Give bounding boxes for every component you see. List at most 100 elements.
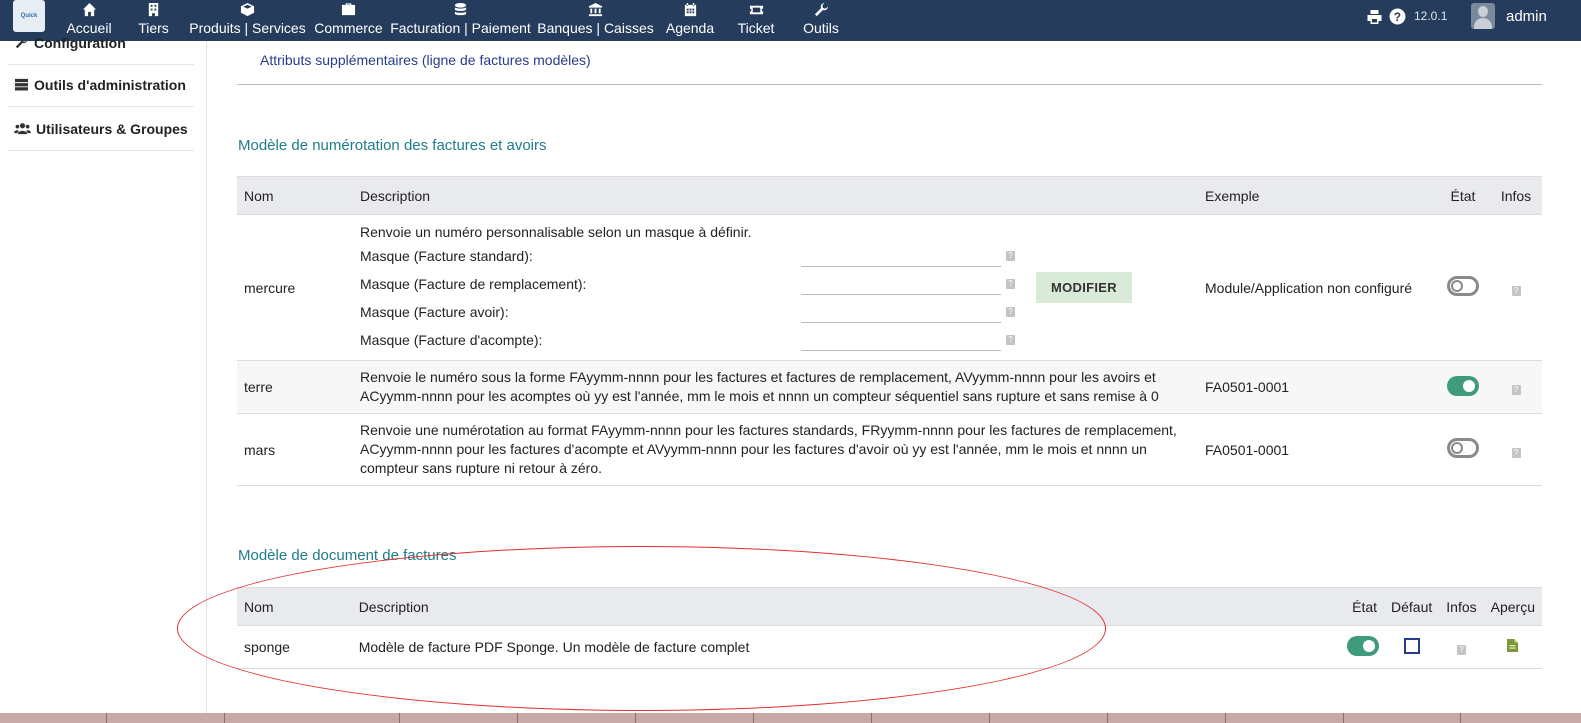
col-header-apercu: Aperçu	[1483, 587, 1542, 626]
table-row-sponge: sponge Modèle de facture PDF Sponge. Un …	[237, 625, 1542, 669]
nav-commerce[interactable]: Commerce	[314, 0, 383, 41]
print-button[interactable]	[1366, 0, 1383, 33]
model-example: FA0501-0001	[1198, 413, 1436, 486]
model-name: terre	[237, 360, 353, 414]
home-icon	[82, 2, 96, 16]
top-navigation-bar: Quick Accueil Tiers Produits | Services …	[0, 0, 1581, 41]
wrench-icon	[15, 36, 28, 49]
logo-text: Quick	[20, 13, 38, 19]
col-header-exemple: Exemple	[1198, 176, 1436, 215]
nav-facturation-paiement[interactable]: Facturation | Paiement	[390, 0, 531, 41]
mask-label: Masque (Facture avoir):	[360, 303, 509, 320]
description-line: ACyymm-nnnn pour les acomptes où yy est …	[360, 388, 1159, 404]
col-header-description: Description	[351, 587, 1266, 626]
sidebar-item-configuration[interactable]: Configuration	[8, 21, 194, 65]
numbering-models-table: Nom Description Exemple État Infos mercu…	[237, 176, 1542, 486]
sidebar-item-outils-administration[interactable]: Outils d'administration	[8, 63, 194, 107]
state-cell	[1265, 625, 1385, 669]
preview-cell	[1483, 625, 1542, 669]
help-icon[interactable]: ?	[1006, 306, 1015, 317]
mask-credit-input[interactable]	[801, 300, 1001, 323]
mask-replacement-input[interactable]	[801, 272, 1001, 295]
nav-label: Outils	[803, 20, 839, 36]
toggle-switch-on[interactable]	[1447, 375, 1479, 396]
user-name[interactable]: admin	[1506, 0, 1547, 33]
nav-outils[interactable]: Outils	[801, 0, 841, 41]
divider	[237, 84, 1542, 85]
nav-label: Banques | Caisses	[537, 20, 654, 36]
mask-label: Masque (Facture d'acompte):	[360, 331, 543, 348]
toggle-switch-off[interactable]	[1447, 276, 1479, 296]
col-header-nom: Nom	[237, 587, 352, 626]
modifier-button[interactable]: MODIFIER	[1036, 272, 1132, 303]
help-icon[interactable]: ?	[1006, 334, 1015, 345]
numbering-section-title: Modèle de numérotation des factures et a…	[238, 137, 547, 154]
table-row-terre: terre Renvoie le numéro sous la forme FA…	[237, 360, 1542, 414]
bank-icon	[588, 2, 603, 16]
description-line: Renvoie le numéro sous la forme FAyymm-n…	[360, 369, 1156, 385]
description-line: compteur sans rupture ni retour à zéro.	[360, 460, 603, 476]
question-circle-icon: ?	[1389, 8, 1406, 25]
mask-row-standard: Masque (Facture standard): ?	[360, 242, 1036, 270]
col-header-description: Description	[353, 176, 1198, 215]
help-button[interactable]: ?	[1389, 0, 1406, 33]
nav-label: Facturation | Paiement	[390, 20, 531, 36]
toggle-switch-on[interactable]	[1347, 635, 1380, 656]
version-label: 12.0.1	[1414, 8, 1448, 23]
info-icon[interactable]: ?	[1511, 447, 1521, 458]
mercure-intro: Renvoie un numéro personnalisable selon …	[360, 223, 752, 240]
col-header-nom: Nom	[237, 176, 353, 215]
nav-ticket[interactable]: Ticket	[736, 0, 776, 41]
model-description: Renvoie le numéro sous la forme FAyymm-n…	[353, 360, 1198, 414]
sidebar-item-label: Outils d'administration	[34, 76, 186, 93]
table-header-row: Nom Description Exemple État Infos	[237, 176, 1542, 215]
table-header-row: Nom Description État Défaut Infos Aperçu	[237, 587, 1542, 626]
infos-cell: ?	[1490, 413, 1542, 486]
mask-label: Masque (Facture standard):	[360, 247, 533, 264]
building-icon	[148, 2, 159, 16]
model-name: mercure	[237, 214, 353, 361]
mask-row-credit: Masque (Facture avoir): ?	[360, 298, 1036, 326]
help-icon[interactable]: ?	[1006, 278, 1015, 289]
nav-label: Ticket	[737, 20, 775, 36]
model-name: sponge	[237, 625, 352, 669]
taskbar-strip	[0, 713, 1581, 723]
nav-label: Commerce	[314, 20, 383, 36]
help-icon[interactable]: ?	[1006, 250, 1015, 261]
user-avatar[interactable]	[1471, 2, 1495, 30]
mask-row-replacement: Masque (Facture de remplacement): ?	[360, 270, 1036, 298]
nav-agenda[interactable]: Agenda	[666, 0, 714, 41]
model-description: Renvoie une numérotation au format FAyym…	[353, 413, 1198, 486]
model-description: Modèle de facture PDF Sponge. Un modèle …	[351, 625, 1266, 669]
nav-banques-caisses[interactable]: Banques | Caisses	[537, 0, 654, 41]
default-checkbox[interactable]	[1403, 637, 1420, 654]
mask-row-deposit: Masque (Facture d'acompte): ?	[360, 326, 1036, 354]
info-icon[interactable]: ?	[1511, 385, 1521, 395]
left-sidebar: Configuration Outils d'administration Ut…	[0, 35, 207, 713]
infos-cell: ?	[1490, 360, 1542, 414]
infos-cell: ?	[1490, 214, 1542, 361]
mask-standard-input[interactable]	[801, 244, 1001, 267]
info-icon[interactable]: ?	[1511, 285, 1521, 296]
coins-icon	[454, 2, 467, 15]
state-cell	[1436, 360, 1490, 414]
col-header-etat: État	[1436, 176, 1490, 215]
extra-attributes-link[interactable]: Attributs supplémentaires (ligne de fact…	[260, 52, 591, 68]
briefcase-icon	[341, 2, 356, 15]
table-row-mercure: mercure Renvoie un numéro personnalisabl…	[237, 214, 1542, 361]
nav-label: Agenda	[665, 20, 715, 36]
pdf-preview-icon[interactable]	[1507, 639, 1519, 652]
wrench-icon	[814, 2, 828, 16]
state-cell	[1436, 214, 1490, 361]
toggle-switch-off[interactable]	[1447, 438, 1479, 458]
server-icon	[15, 78, 28, 91]
sidebar-item-utilisateurs-groupes[interactable]: Utilisateurs & Groupes	[8, 107, 194, 151]
model-name: mars	[237, 413, 353, 486]
avatar	[1471, 3, 1495, 29]
info-icon[interactable]: ?	[1456, 645, 1466, 655]
mask-deposit-input[interactable]	[801, 328, 1001, 351]
document-models-table: Nom Description État Défaut Infos Aperçu…	[237, 587, 1542, 669]
model-description: Renvoie un numéro personnalisable selon …	[353, 214, 1198, 361]
nav-produits-services[interactable]: Produits | Services	[189, 0, 306, 41]
col-header-etat: État	[1265, 587, 1385, 626]
